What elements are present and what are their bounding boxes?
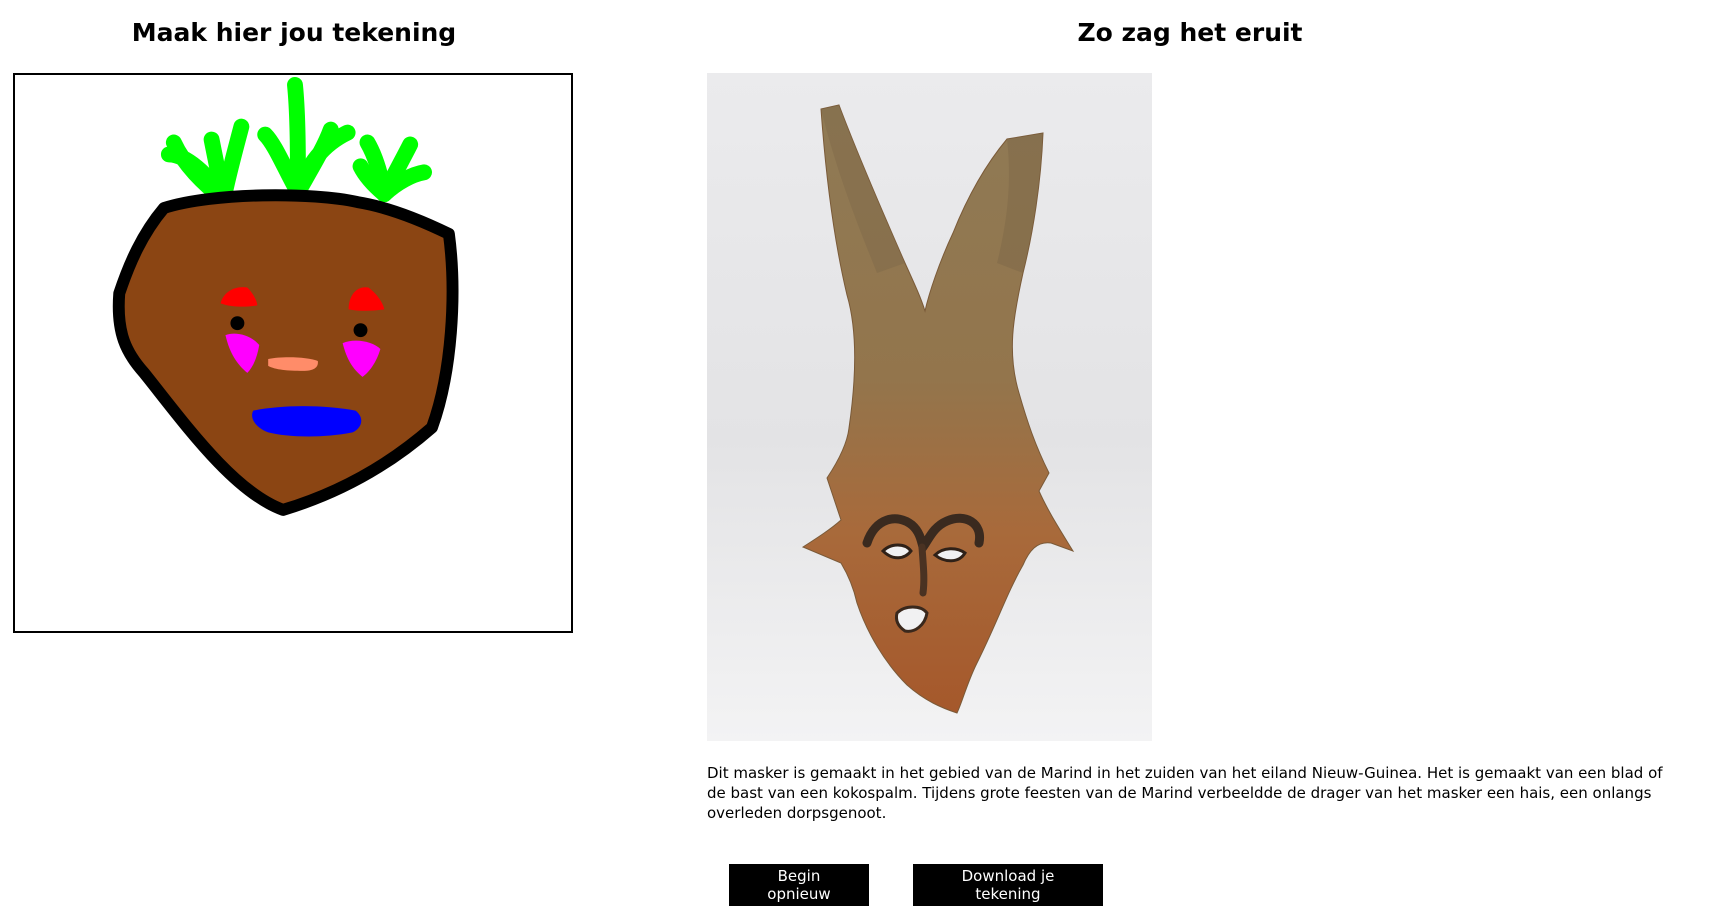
restart-button[interactable]: Begin opnieuw xyxy=(729,864,869,906)
mask-nose xyxy=(918,543,928,597)
original-heading: Zo zag het eruit xyxy=(1077,18,1303,47)
sketch-mouth xyxy=(252,406,362,437)
sketch-eye-left xyxy=(230,316,245,331)
download-drawing-button[interactable]: Download je tekening xyxy=(913,864,1103,906)
mask-description: Dit masker is gemaakt in het gebied van … xyxy=(707,764,1663,822)
sketch-face xyxy=(112,189,459,516)
sketch-eye-right xyxy=(353,323,368,338)
drawing-sketch xyxy=(112,76,459,516)
mask-image xyxy=(801,104,1075,714)
sketch-hair xyxy=(160,76,432,208)
drawing-canvas[interactable] xyxy=(13,73,573,633)
mask-eye-right xyxy=(932,547,967,563)
mask-photo xyxy=(707,73,1152,741)
drawing-heading: Maak hier jou tekening xyxy=(131,18,457,47)
mask-eye-left xyxy=(880,543,913,560)
